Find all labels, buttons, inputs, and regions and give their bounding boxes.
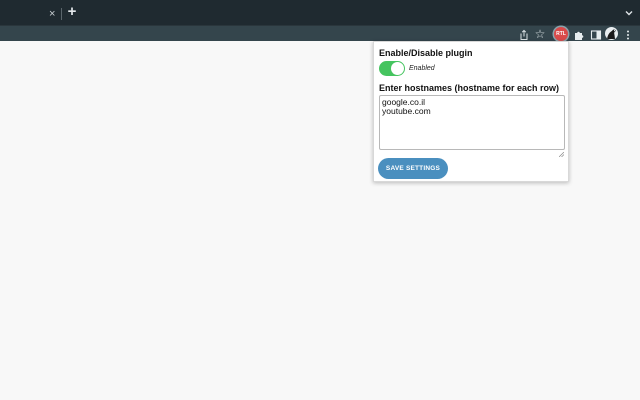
extension-badge: RTL xyxy=(556,31,566,37)
hostnames-textarea[interactable] xyxy=(379,95,565,150)
share-icon[interactable] xyxy=(518,28,530,40)
plus-icon[interactable]: + xyxy=(66,4,78,19)
popup-title: Enable/Disable plugin xyxy=(379,48,473,58)
resize-grip-icon[interactable] xyxy=(558,144,565,158)
browser-toolbar: ☆ RTL xyxy=(0,25,640,41)
close-icon[interactable]: × xyxy=(49,9,55,20)
puzzle-icon[interactable] xyxy=(573,28,585,40)
chevron-down-icon[interactable] xyxy=(623,6,635,18)
enable-toggle[interactable] xyxy=(379,61,405,76)
kebab-menu-icon[interactable] xyxy=(624,28,632,40)
save-settings-button[interactable]: SAVE SETTINGS xyxy=(378,158,448,179)
star-icon[interactable]: ☆ xyxy=(534,28,546,40)
extension-icon[interactable]: RTL xyxy=(554,27,568,41)
avatar[interactable] xyxy=(605,27,618,40)
tab-separator xyxy=(61,8,62,20)
browser-tab[interactable]: × xyxy=(4,4,60,25)
tab-strip: × + xyxy=(0,0,640,25)
hostnames-label: Enter hostnames (hostname for each row) xyxy=(379,83,560,93)
extension-popup: Enable/Disable plugin Enabled Enter host… xyxy=(373,41,569,182)
side-panel-icon[interactable] xyxy=(590,28,602,40)
toggle-status-label: Enabled xyxy=(409,65,435,72)
toggle-knob xyxy=(391,62,404,75)
